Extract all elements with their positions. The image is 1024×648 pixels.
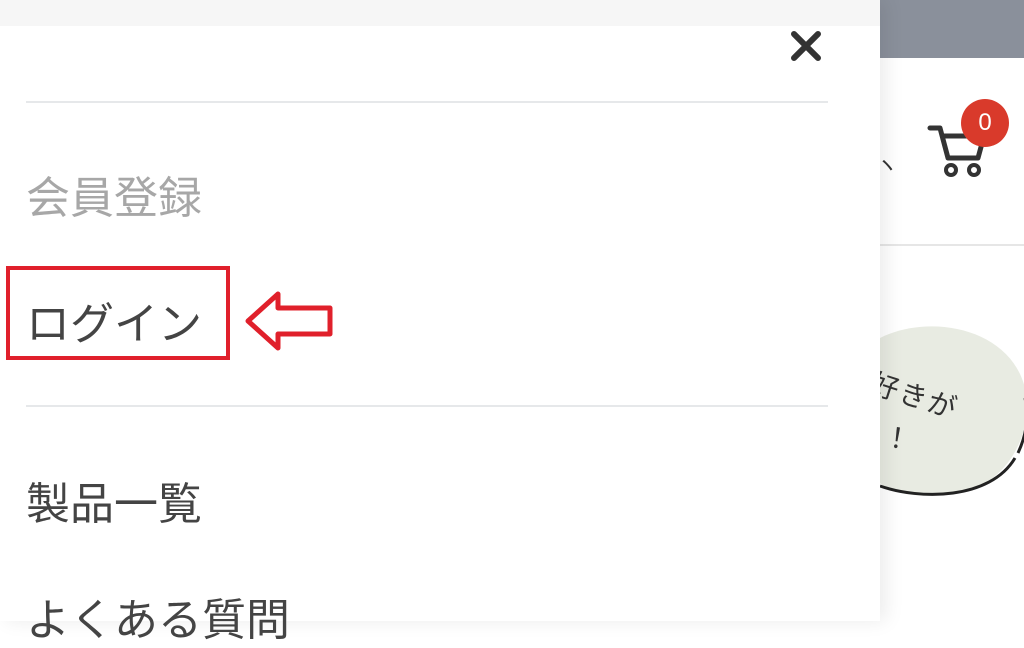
menu-item-register[interactable]: 会員登録 [26, 162, 202, 226]
close-icon [791, 31, 821, 61]
menu-item-faq[interactable]: よくある質問 [26, 584, 290, 648]
drawer-top-strip [0, 0, 880, 26]
bubble-exclamation: ！ [887, 421, 920, 458]
arrow-left-icon [245, 291, 333, 351]
header-divider [880, 244, 1024, 246]
login-highlight-box [6, 266, 230, 360]
side-drawer: 会員登録 ログイン 製品一覧 よくある質問 [0, 0, 880, 646]
menu-divider [26, 101, 828, 103]
close-button[interactable] [782, 22, 830, 70]
menu-item-products[interactable]: 製品一覧 [26, 468, 202, 532]
cart-count-badge: 0 [961, 99, 1009, 147]
menu-divider [26, 405, 828, 407]
